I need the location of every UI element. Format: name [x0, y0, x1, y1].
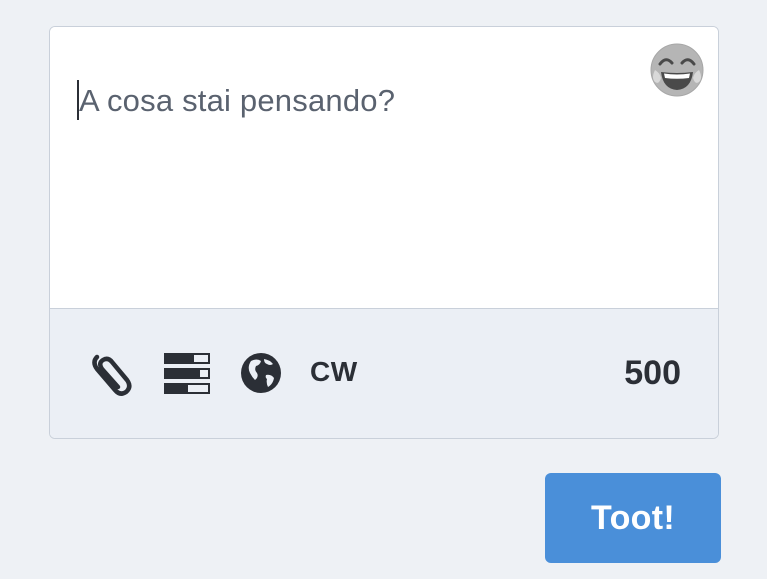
character-counter: 500: [624, 354, 681, 392]
globe-icon: [241, 353, 281, 393]
content-warning-button[interactable]: CW: [310, 355, 358, 389]
poll-bars-icon: [164, 353, 210, 394]
paperclip-icon: [92, 354, 132, 396]
visibility-button[interactable]: [237, 349, 285, 397]
attach-media-button[interactable]: [90, 349, 134, 399]
textarea-placeholder: A cosa stai pensando?: [79, 83, 396, 118]
compose-toolbar: CW 500: [50, 308, 718, 438]
emoji-picker-button[interactable]: [649, 42, 705, 98]
poll-button[interactable]: [162, 349, 214, 397]
laughing-emoji-icon: [650, 43, 704, 97]
status-textarea[interactable]: A cosa stai pensando?: [50, 27, 718, 308]
toot-button[interactable]: Toot!: [545, 473, 721, 563]
compose-form: A cosa stai pensando? CW 500: [49, 26, 719, 439]
